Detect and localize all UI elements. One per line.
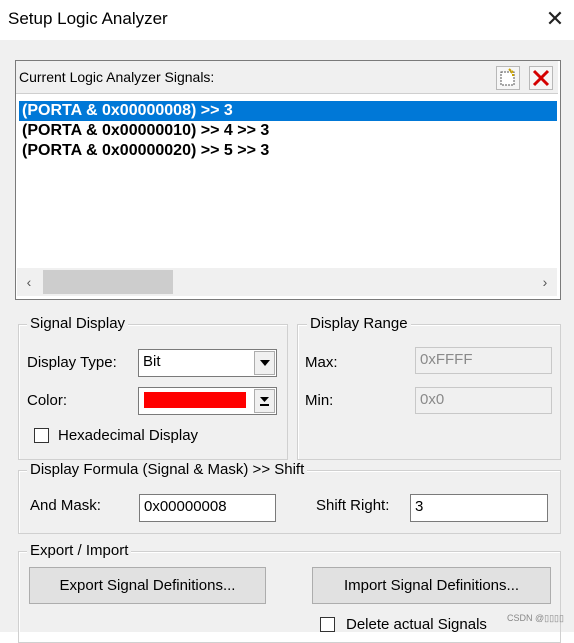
new-signal-button[interactable] [496,66,520,90]
import-signal-definitions-button[interactable]: Import Signal Definitions... [312,567,551,604]
shift-right-label: Shift Right: [316,497,390,514]
dropdown-button[interactable] [254,351,275,375]
and-mask-label: And Mask: [30,497,101,514]
chevron-down-icon [260,360,270,366]
display-formula-group-label: Display Formula (Signal & Mask) >> Shift [27,461,308,478]
delete-actual-signals-label: Delete actual Signals [346,616,487,633]
export-signal-definitions-button[interactable]: Export Signal Definitions... [29,567,266,604]
scroll-thumb[interactable] [43,270,173,294]
color-label: Color: [27,392,68,409]
color-select[interactable] [138,387,277,415]
display-range-group-label: Display Range [307,315,411,332]
hexadecimal-display-checkbox[interactable] [34,428,49,443]
window-title: Setup Logic Analyzer [8,9,168,28]
signals-list[interactable]: (PORTA & 0x00000008) >> 3 (PORTA & 0x000… [17,95,557,265]
color-swatch [144,392,246,408]
close-icon[interactable]: ✕ [544,6,566,32]
export-import-group-label: Export / Import [27,542,132,559]
and-mask-field[interactable]: 0x00000008 [139,494,276,522]
signals-label: Current Logic Analyzer Signals: [19,69,214,85]
signals-label-text: Current Logic Analyzer Signals: [19,69,215,85]
signal-list-item[interactable]: (PORTA & 0x00000008) >> 3 [19,101,557,121]
max-label: Max: [305,354,338,371]
min-label: Min: [305,392,334,409]
delete-actual-signals-checkbox[interactable] [320,617,335,632]
signal-list-item[interactable]: (PORTA & 0x00000020) >> 5 >> 3 [19,141,269,161]
signal-display-group-label: Signal Display [27,315,129,332]
delete-signal-icon [532,69,550,87]
watermark: CSDN @▯▯▯▯ [507,613,564,623]
title-bar: Setup Logic Analyzer ✕ [0,0,574,40]
hexadecimal-display-label: Hexadecimal Display [58,427,199,444]
display-type-value: Bit [143,353,161,370]
shift-right-field[interactable]: 3 [410,494,548,522]
scroll-right-icon[interactable]: › [537,273,553,291]
signal-list-item[interactable]: (PORTA & 0x00000010) >> 4 >> 3 [19,121,269,141]
color-dropdown-button[interactable] [254,389,275,413]
display-type-label: Display Type: [27,354,117,371]
max-field[interactable]: 0xFFFF [415,347,552,374]
scroll-left-icon[interactable]: ‹ [21,273,37,291]
horizontal-scrollbar[interactable]: ‹ › [17,268,557,296]
min-field[interactable]: 0x0 [415,387,552,414]
display-type-select[interactable]: Bit [138,349,277,377]
new-signal-icon [500,68,515,86]
delete-signal-button[interactable] [529,66,553,90]
download-arrow-icon [260,397,269,406]
